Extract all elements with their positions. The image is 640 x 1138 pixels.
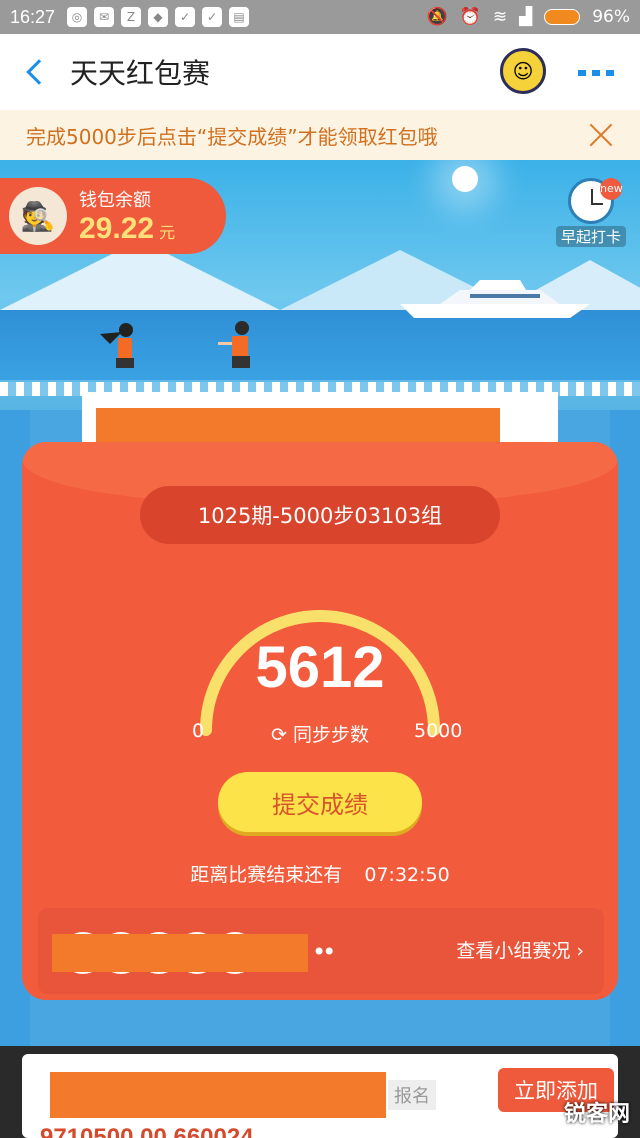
shield-icon: ✓ [202, 7, 223, 27]
app-notification-icon: ▤ [229, 7, 250, 27]
more-menu-button[interactable] [578, 70, 614, 76]
wallet-unit: 元 [159, 223, 176, 242]
ad-numbers: 9710500.00 660024 [40, 1124, 254, 1138]
page-title: 天天红包赛 [70, 57, 211, 90]
step-count: 5612 [255, 635, 385, 700]
mute-icon: 🔕 [426, 7, 448, 27]
view-group-label: 查看小组赛况 [456, 940, 571, 962]
app-notification-icon: Z [121, 7, 142, 27]
redacted-area [96, 408, 500, 446]
runner-figure [218, 321, 250, 368]
app-notification-icon: ◎ [67, 7, 88, 27]
wallet-label: 钱包余额 [79, 190, 151, 211]
gauge-max: 5000 [414, 720, 463, 742]
close-icon[interactable]: ✕ [20, 1080, 42, 1110]
period-pill: 1025期-5000步03103组 [140, 486, 500, 544]
signal-icon: ▟ [519, 7, 533, 27]
notice-text: 完成5000步后点击“提交成绩”才能领取红包哦 [26, 124, 438, 149]
status-time: 16:27 [10, 6, 56, 27]
sun-icon [452, 166, 478, 192]
watermark: 锐客网 [563, 1102, 630, 1127]
chevron-right-icon: › [576, 940, 584, 962]
group-row[interactable]: •• 查看小组赛况 › [38, 908, 604, 994]
ad-tag: 报名 [388, 1080, 436, 1110]
back-button[interactable] [0, 34, 70, 110]
shield-icon: ✓ [175, 7, 196, 27]
user-avatar: 🕵 [9, 187, 67, 245]
countdown-value: 07:32:50 [364, 864, 450, 886]
mascot-avatar[interactable]: ☺ [500, 48, 546, 94]
wifi-icon: ≋ [492, 7, 508, 27]
submit-score-button[interactable]: 提交成绩 [218, 772, 422, 832]
nav-bar: 天天红包赛 ☺ [0, 34, 640, 110]
notice-banner: 完成5000步后点击“提交成绩”才能领取红包哦 [0, 110, 640, 160]
redacted-area [50, 1072, 386, 1118]
battery-icon [544, 9, 581, 25]
redacted-area [52, 934, 308, 972]
runner-figure [100, 323, 134, 368]
battery-level: 96% [592, 7, 630, 27]
app-notification-icon: ◆ [148, 7, 169, 27]
countdown-label: 距离比赛结束还有 [190, 864, 343, 886]
yacht-icon [400, 280, 590, 318]
view-group-link[interactable]: 查看小组赛况 › [456, 936, 584, 963]
countdown: 距离比赛结束还有 07:32:50 [22, 860, 618, 887]
alarm-icon: ⏰ [459, 7, 481, 27]
sync-steps-label: 同步步数 [292, 724, 369, 746]
chevron-left-icon [26, 59, 52, 85]
sync-steps-button[interactable]: ⟳ 同步步数 [22, 720, 618, 747]
early-checkin-label: 早起打卡 [556, 226, 626, 247]
status-bar: 16:27 ◎ ✉ Z ◆ ✓ ✓ ▤ 🔕 ⏰ ≋ ▟ 96% [0, 0, 640, 34]
wechat-icon: ✉ [94, 7, 115, 27]
new-badge: new [600, 178, 623, 200]
refresh-icon: ⟳ [271, 724, 287, 746]
sea-shape [0, 310, 640, 380]
more-dots-icon: •• [312, 938, 336, 966]
close-icon[interactable] [588, 122, 614, 148]
early-checkin-button[interactable]: new 早起打卡 [556, 178, 626, 247]
race-card: 1025期-5000步03103组 5612 0 ⟳ 同步步数 5000 提交成… [22, 442, 618, 1000]
wallet-balance[interactable]: 🕵 钱包余额 29.22 元 [0, 178, 226, 254]
wallet-amount: 29.22 [79, 212, 155, 245]
